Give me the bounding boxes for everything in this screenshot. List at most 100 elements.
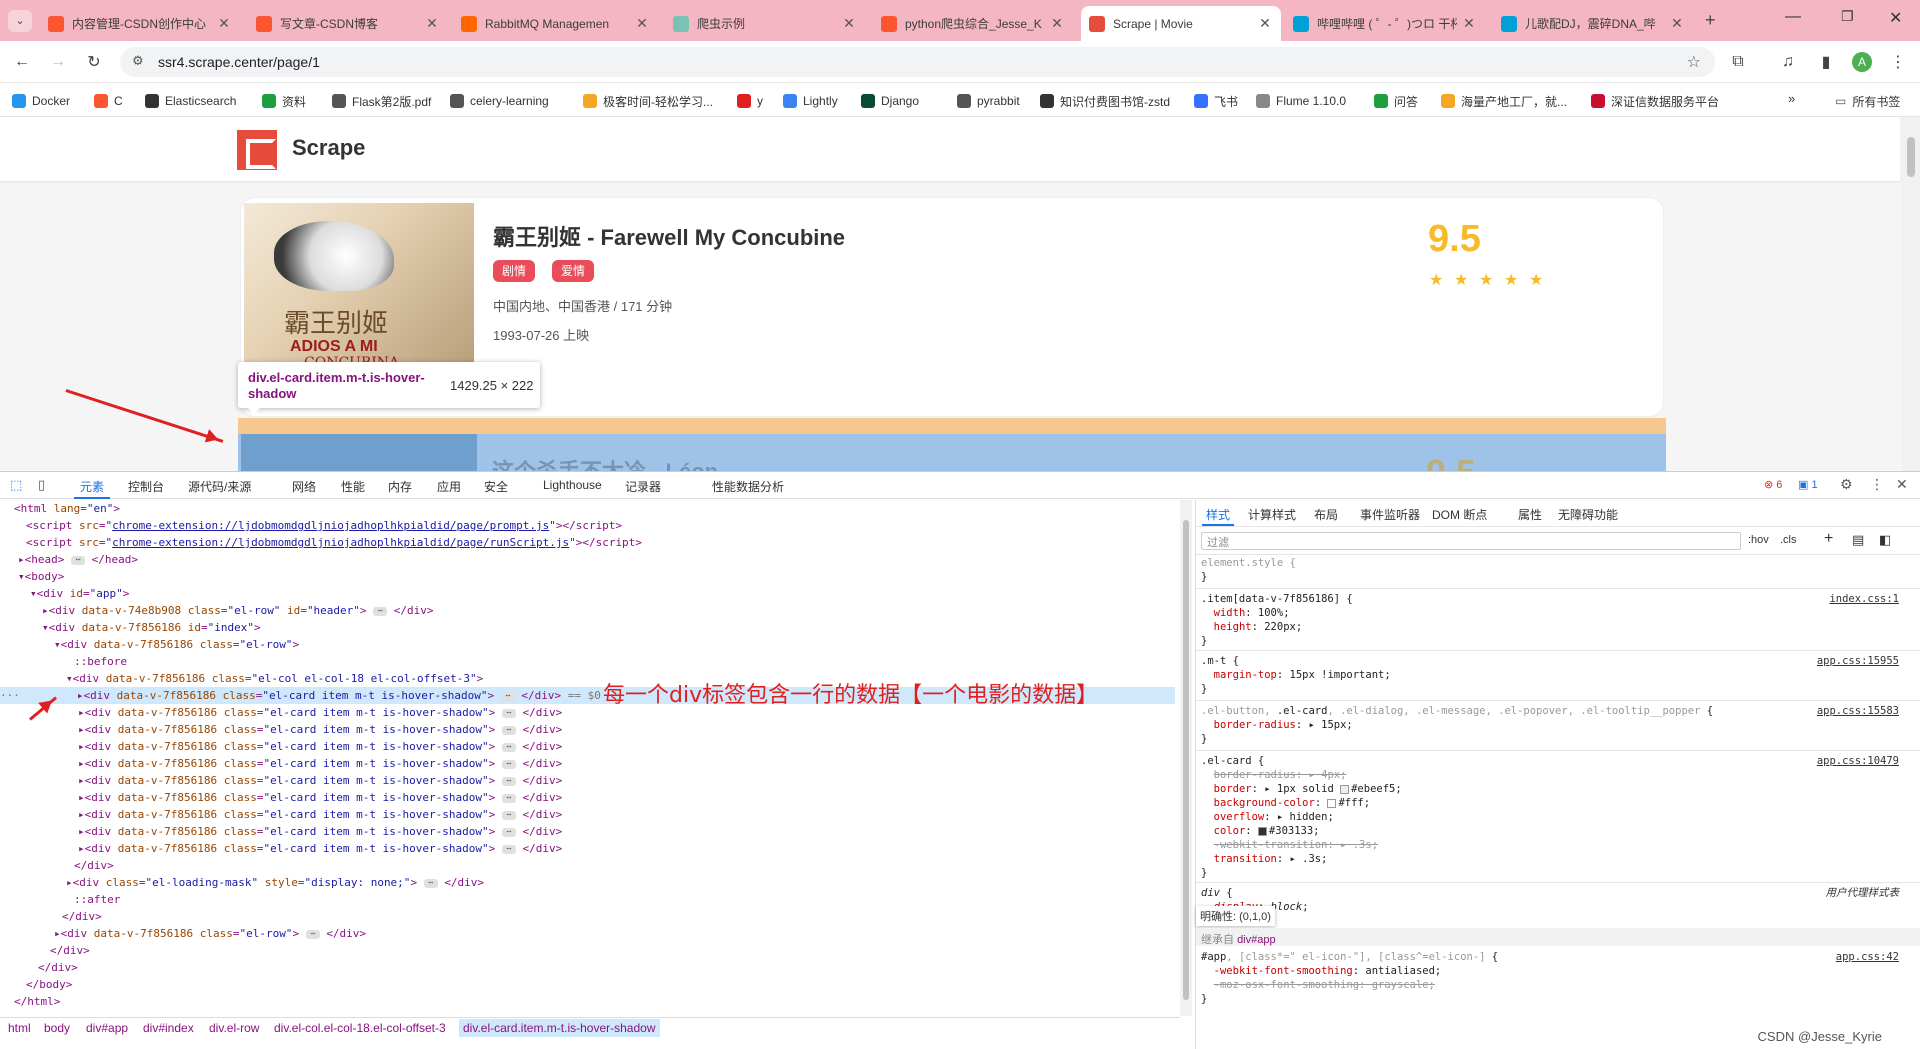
dom-node[interactable]: ::after [0,891,1175,908]
bookmark-item[interactable]: y [737,92,763,110]
computed-sidebar-icon[interactable]: ◧ [1879,532,1891,548]
css-rule[interactable]: div {用户代理样式表 [1201,886,1911,900]
dom-node[interactable]: ▸<div data-v-7f856186 class="el-card ite… [0,738,1175,755]
close-tab-icon[interactable]: ✕ [841,15,857,32]
address-bar[interactable]: ⚙ ssr4.scrape.center/page/1 ☆ [120,47,1715,77]
paint-icon[interactable]: ▤ [1852,532,1864,548]
breadcrumb-el-col[interactable]: div.el-col.el-col-18.el-col-offset-3 [274,1021,446,1035]
dom-node[interactable]: </div> [0,959,1175,976]
devtools-tab[interactable]: 应用 [437,478,461,495]
dom-node[interactable]: <html lang="en"> [0,500,1175,517]
css-rule[interactable]: .item[data-v-7f856186] {index.css:1 [1201,592,1911,606]
bookmark-item[interactable]: 问答 [1374,92,1418,110]
dom-node[interactable]: ▸<div data-v-7f856186 class="el-card ite… [0,721,1175,738]
dom-node[interactable]: ▸<div data-v-7f856186 class="el-card ite… [0,789,1175,806]
dom-node[interactable]: <script src="chrome-extension://ljdobmom… [0,534,1175,551]
css-rule[interactable]: element.style { [1201,556,1911,570]
bookmark-item[interactable]: Flask第2版.pdf [332,92,431,110]
css-prop[interactable]: overflow: ▸ hidden; [1201,810,1911,824]
close-tab-icon[interactable]: ✕ [634,15,650,32]
close-tab-icon[interactable]: ✕ [1669,15,1685,32]
styles-subtab[interactable]: 样式 [1201,506,1235,526]
styles-subtab[interactable]: DOM 断点 [1432,506,1487,523]
devtools-tab[interactable]: Lighthouse [543,478,602,492]
more-bookmarks-icon[interactable]: » [1788,91,1795,106]
browser-tab[interactable]: Scrape | Movie ✕ [1081,6,1281,41]
dom-node[interactable]: </div> [0,942,1175,959]
message-count-badge[interactable]: ▣ 1 [1798,478,1818,491]
elements-tree[interactable]: <html lang="en"> <script src="chrome-ext… [0,500,1180,1006]
breadcrumb-app[interactable]: div#app [86,1021,128,1035]
extensions-icon[interactable]: ⧉ [1726,50,1750,74]
dom-node[interactable]: ▸<div class="el-loading-mask" style="dis… [0,874,1175,891]
css-prop[interactable]: color: #303133; [1201,824,1911,838]
styles-subtab[interactable]: 布局 [1314,506,1338,523]
close-tab-icon[interactable]: ✕ [1257,15,1273,32]
bookmark-item[interactable]: C [94,92,123,110]
genre-tag[interactable]: 剧情 [493,260,536,282]
styles-subtab[interactable]: 无障碍功能 [1558,506,1618,523]
devtools-tab[interactable]: 源代码/来源 [188,478,251,495]
dom-node[interactable]: ▾<div data-v-7f856186 class="el-row"> [0,636,1175,653]
tab-search-icon[interactable]: ⌄ [8,10,32,32]
dom-node[interactable]: ▸<div data-v-7f856186 class="el-card ite… [0,755,1175,772]
add-rule-icon[interactable]: + [1824,530,1833,548]
page-scrollbar[interactable] [1902,117,1920,471]
media-control-icon[interactable]: ♫ [1776,50,1800,74]
devtools-tab[interactable]: 性能 [341,478,365,495]
dom-node[interactable]: ▸<div data-v-74e8b908 class="el-row" id=… [0,602,1175,619]
css-prop[interactable]: transition: ▸ .3s; [1201,852,1911,866]
devtools-close-icon[interactable]: ✕ [1896,476,1908,493]
browser-tab[interactable]: RabbitMQ Managemen ✕ [453,6,658,41]
css-rule[interactable]: .el-card {app.css:10479 [1201,754,1911,768]
css-prop[interactable]: width: 100%; [1201,606,1911,620]
browser-tab[interactable]: 儿歌配DJ，震碎DNA_哔 ✕ [1493,6,1693,41]
css-prop[interactable]: background-color: #fff; [1201,796,1911,810]
restore-icon[interactable]: ❐ [1841,8,1854,25]
new-tab-button[interactable]: + [1705,10,1716,31]
inherited-from[interactable]: div#app [1237,934,1276,946]
css-rule[interactable]: .m-t {app.css:15955 [1201,654,1911,668]
devtools-tab[interactable]: 性能数据分析 [712,478,784,495]
dom-node[interactable]: </div> [0,908,1175,925]
bookmark-item[interactable]: 资料 [262,92,306,110]
bookmark-star-icon[interactable]: ☆ [1687,52,1701,72]
bookmark-item[interactable]: Django [861,92,919,110]
devtools-menu-icon[interactable]: ⋮ [1870,476,1884,493]
close-window-icon[interactable]: ✕ [1889,8,1902,28]
device-toolbar-icon[interactable]: ▯ [38,477,45,493]
css-prop[interactable]: height: 220px; [1201,620,1911,634]
styles-filter-input[interactable]: 过滤 [1201,532,1741,550]
css-prop[interactable]: border: ▸ 1px solid #ebeef5; [1201,782,1911,796]
breadcrumb-index[interactable]: div#index [143,1021,194,1035]
dom-node[interactable]: ▾<div data-v-7f856186 id="index"> [0,619,1175,636]
css-prop[interactable]: border-radius: ▸ 15px; [1201,718,1911,732]
content-highlight[interactable]: 这个杀手不太冷 - Léon 9.5 [238,434,1666,471]
css-prop[interactable]: display: block; [1201,900,1911,914]
dom-node[interactable]: ::before [0,653,1175,670]
css-prop[interactable]: -moz-osx-font-smoothing: grayscale; [1201,978,1911,992]
class-toggle[interactable]: .cls [1780,534,1797,546]
dom-node[interactable]: ▸<div data-v-7f856186 class="el-row"> ⋯ … [0,925,1175,942]
browser-tab[interactable]: 内容管理-CSDN创作中心 ✕ [40,6,240,41]
bookmark-item[interactable]: 知识付费图书馆-zstd [1040,92,1170,110]
devtools-tab[interactable]: 内存 [388,478,412,495]
dom-node[interactable]: ▾<div id="app"> [0,585,1175,602]
dom-node[interactable]: ▸<div data-v-7f856186 class="el-card ite… [0,772,1175,789]
css-prop[interactable]: border-radius: ▸ 4px; [1201,768,1911,782]
devtools-settings-icon[interactable]: ⚙ [1840,476,1853,493]
css-prop[interactable]: -webkit-transition: ▸ .3s; [1201,838,1911,852]
bookmark-item[interactable]: Flume 1.10.0 [1256,92,1346,110]
hover-state-toggle[interactable]: :hov [1748,534,1769,546]
bookmark-item[interactable]: Lightly [783,92,838,110]
dom-node[interactable]: ▾<body> [0,568,1175,585]
side-panel-icon[interactable]: ▮ [1814,50,1838,74]
styles-subtab[interactable]: 事件监听器 [1360,506,1420,523]
css-prop[interactable]: -webkit-font-smoothing: antialiased; [1201,964,1911,978]
reload-icon[interactable]: ↻ [82,50,106,74]
devtools-tab[interactable]: 控制台 [128,478,164,495]
bookmark-item[interactable]: pyrabbit [957,92,1020,110]
breadcrumb-body[interactable]: body [44,1021,70,1035]
profile-avatar[interactable]: A [1850,50,1874,74]
scrape-logo-icon[interactable] [237,130,277,170]
